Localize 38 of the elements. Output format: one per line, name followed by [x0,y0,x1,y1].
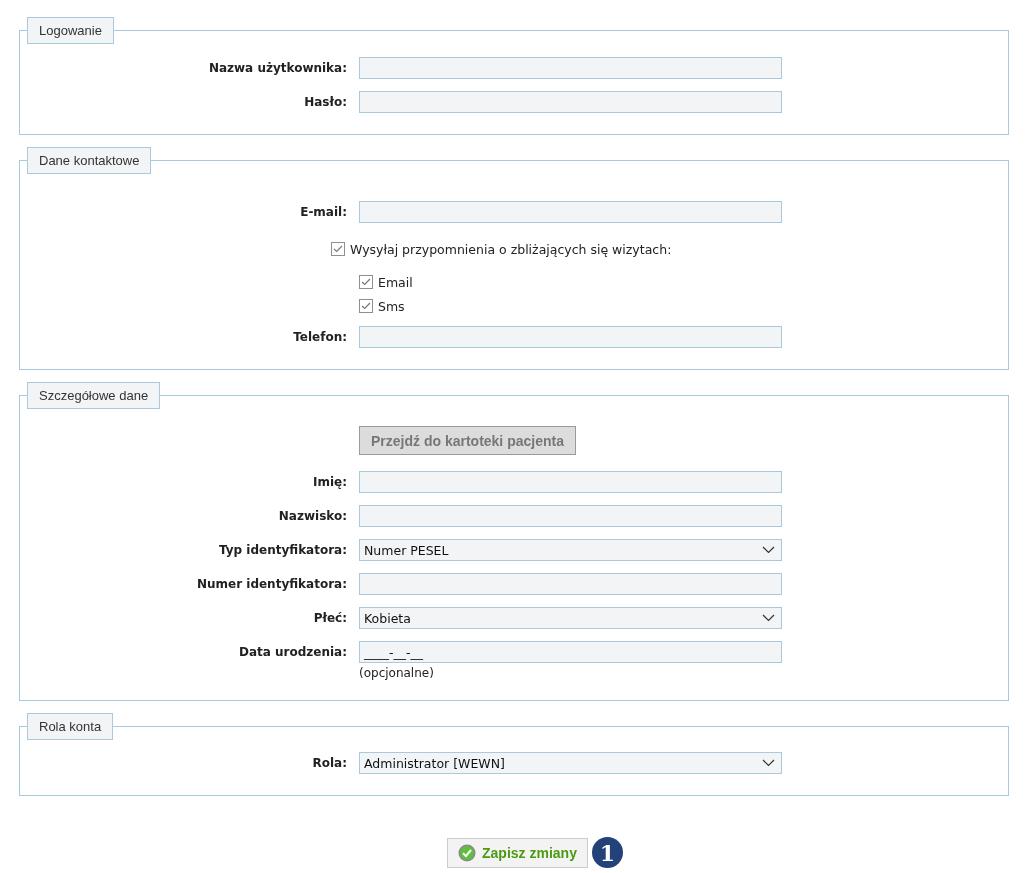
input-field[interactable] [359,91,782,113]
checkbox[interactable] [359,275,373,289]
field-label: Telefon: [292,329,347,346]
checkbox[interactable] [359,299,373,313]
checkbox-label[interactable]: Sms [378,298,405,314]
check-circle-icon [458,843,477,862]
section-legend: Szczegółowe dane [27,382,161,409]
select-field[interactable]: Administrator [WEWN] [359,752,782,774]
input-field[interactable] [359,573,782,595]
field-label: Hasło: [303,94,347,111]
field-label: Data urodzenia: [237,644,347,661]
chevron-down-icon [762,546,775,554]
select-field[interactable]: Numer PESEL [359,539,782,561]
field-label: Rola: [311,755,347,772]
field-label: Płeć: [312,610,347,627]
checkbox-label[interactable]: Email [378,274,413,290]
input-field[interactable] [359,57,782,79]
section-legend: Rola konta [27,713,114,740]
field-label: E-mail: [299,204,347,221]
select-field[interactable]: Kobieta [359,607,782,629]
field-label: Nazwisko: [277,508,347,525]
input-field[interactable] [359,326,782,348]
section-legend: Logowanie [27,17,114,44]
step-badge: 1 [591,837,623,868]
field-label: Numer identyfikatora: [195,576,347,593]
checkbox[interactable] [331,242,345,256]
input-field[interactable] [359,471,782,493]
field-label: Typ identyfikatora: [217,542,347,559]
input-field[interactable] [359,201,782,223]
chevron-down-icon [762,759,775,767]
checkbox-label[interactable]: Wysyłaj przypomnienia o zbliżających się wizytach: [350,241,672,257]
hint-text: (opcjonalne) [359,666,435,680]
chevron-down-icon [762,614,775,622]
input-field[interactable]: ____-__-__ [359,641,782,663]
field-label: Imię: [311,474,347,491]
field-label: Nazwa użytkownika: [207,60,347,77]
section-legend: Dane kontaktowe [27,147,152,174]
input-field[interactable] [359,505,782,527]
